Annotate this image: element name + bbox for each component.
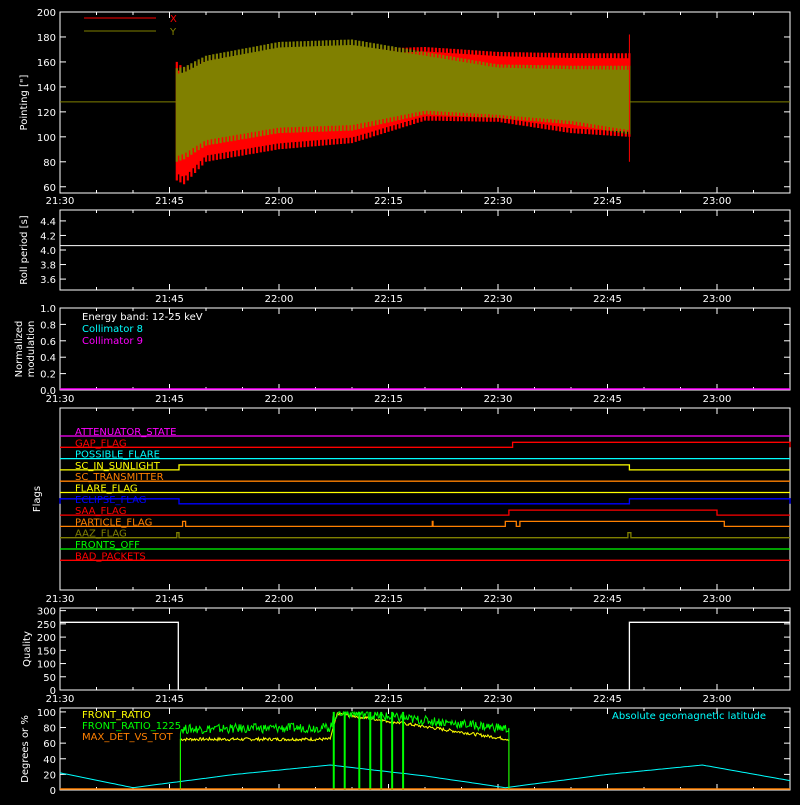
roll-xtick-label: 22:00: [265, 294, 294, 305]
modulation-xtick-label: 22:45: [593, 394, 622, 405]
quicklook-chart-canvas: 608010012014016018020021:30 21:45 22:00 22:…: [14, 8, 791, 797]
modulation-xtick-label: 23:00: [703, 394, 732, 405]
quality-xtick-label: 22:30: [484, 694, 513, 705]
modulation-ylabel: Normalized: [14, 321, 25, 378]
quality-xtick-label: 23:00: [703, 694, 732, 705]
modulation-ytick-label: 0.8: [40, 320, 56, 331]
roll-ytick-label: 4.0: [40, 246, 56, 257]
roll-frame: [59, 209, 791, 291]
roll-xtick-label: 21:45: [155, 294, 184, 305]
modulation-annotation: Collimator 9: [82, 336, 143, 347]
flags-xtick-label: 22:45: [593, 594, 622, 605]
quality-ylabel: Quality: [22, 631, 33, 667]
ratios-ytick-label: 20: [43, 770, 56, 781]
pointing-ytick-label: 200: [37, 8, 56, 19]
roll-ytick-label: 3.8: [40, 261, 56, 272]
ratios-legend-label: FRONT_RATIO: [82, 710, 151, 721]
ratios-ytick-label: 40: [43, 755, 56, 766]
flags-ylabel: Flags: [32, 486, 43, 512]
roll-xtick-label: 22:15: [374, 294, 403, 305]
roll-xtick-label: 22:45: [593, 294, 622, 305]
roll-xtick-label: 22:30: [484, 294, 513, 305]
modulation-xtick-label: 22:00: [265, 394, 294, 405]
pointing-xtick-label: 21:45: [155, 196, 184, 207]
pointing-ytick-label: 100: [37, 133, 56, 144]
quality-frame: [59, 607, 791, 691]
ratios-ytick-label: 60: [43, 739, 56, 750]
quality-ytick-label: 150: [37, 646, 56, 657]
quality-xtick-label: 22:15: [374, 694, 403, 705]
flags-xtick-label: 21:45: [155, 594, 184, 605]
roll-ytick-label: 3.6: [40, 275, 56, 286]
pointing-ytick-label: 160: [37, 58, 56, 69]
modulation-xtick-label: 21:30: [46, 394, 75, 405]
flag-label: ECLIPSE_FLAG: [75, 495, 146, 506]
rhessi-quicklook-plot: 60 80 100 120 140 160 180 200 21:30 21:45 22:00 22:…: [0, 0, 800, 800]
ratios-ytick-label: 100: [37, 708, 56, 719]
pointing-xtick-label: 21:30: [46, 196, 75, 207]
modulation-ytick-label: 1.0: [40, 304, 56, 315]
ratios-legend-label: FRONT_RATIO_1225: [82, 721, 181, 732]
pointing-xtick-label: 22:45: [593, 196, 622, 207]
modulation-xtick-label: 21:45: [155, 394, 184, 405]
roll-ytick-label: 4.2: [40, 231, 56, 242]
quality-ytick-label: 250: [37, 620, 56, 631]
quality-ytick-label: 300: [37, 607, 56, 618]
pointing-xtick-label: 22:00: [265, 196, 294, 207]
flags-xtick-label: 22:30: [484, 594, 513, 605]
quality-xtick-label: 21:45: [155, 694, 184, 705]
modulation-xtick-label: 22:15: [374, 394, 403, 405]
modulation-annotation: Collimator 8: [82, 324, 143, 335]
quality-ytick-label: 50: [43, 673, 56, 684]
quality-line: [60, 621, 790, 691]
modulation-ylabel: modulation: [26, 321, 37, 378]
quality-ytick-label: 100: [37, 660, 56, 671]
flag-line-aaz_flag: [60, 532, 790, 539]
flags-xtick-label: 22:00: [265, 594, 294, 605]
ratios-ytick-label: 0: [50, 786, 56, 797]
pointing-legend-label: Y: [169, 27, 177, 38]
modulation-ytick-label: 0.4: [40, 353, 56, 364]
flags-xtick-label: 22:15: [374, 594, 403, 605]
modulation-ytick-label: 0.2: [40, 370, 56, 381]
roll-xtick-label: 23:00: [703, 294, 732, 305]
pointing-ytick-label: 120: [37, 108, 56, 119]
modulation-annotation: Energy band: 12-25 keV: [82, 312, 203, 323]
modulation-ytick-label: 0.6: [40, 337, 56, 348]
pointing-ytick-label: 60: [43, 183, 56, 194]
quality-xtick-label: 21:30: [46, 694, 75, 705]
pointing-xtick-label: 22:30: [484, 196, 513, 207]
flag-line-saa_flag: [60, 509, 790, 516]
flag-line-eclipse_flag: [59, 498, 791, 505]
flags-xtick-label: 21:30: [46, 594, 75, 605]
flag-line-gap_flag: [60, 441, 791, 448]
roll-ytick-label: 4.4: [40, 217, 56, 228]
ratios-ylabel: Degrees or %: [20, 715, 31, 783]
pointing-ylabel: Pointing ["]: [19, 74, 30, 130]
flag-line-particle_flag: [60, 520, 790, 528]
roll-ylabel: Roll period [s]: [19, 215, 30, 284]
ratios-ytick-label: 80: [43, 724, 56, 735]
pointing-ytick-label: 140: [37, 83, 56, 94]
pointing-xtick-label: 23:00: [703, 196, 732, 207]
pointing-legend-label: X: [170, 14, 177, 25]
flags-xtick-label: 23:00: [703, 594, 732, 605]
quality-xtick-label: 22:00: [265, 694, 294, 705]
quality-xtick-label: 22:45: [593, 694, 622, 705]
quality-ytick-label: 200: [37, 633, 56, 644]
flag-line-sc_in_sunlight: [60, 464, 790, 471]
modulation-xtick-label: 22:30: [484, 394, 513, 405]
pointing-ytick-label: 80: [43, 158, 56, 169]
pointing-xtick-label: 22:15: [374, 196, 403, 207]
ratios-legend-label: MAX_DET_VS_TOT: [82, 732, 174, 743]
pointing-ytick-label: 180: [37, 33, 56, 44]
ratios-geomagnetic-latitude-label: Absolute geomagnetic latitude: [612, 711, 766, 722]
